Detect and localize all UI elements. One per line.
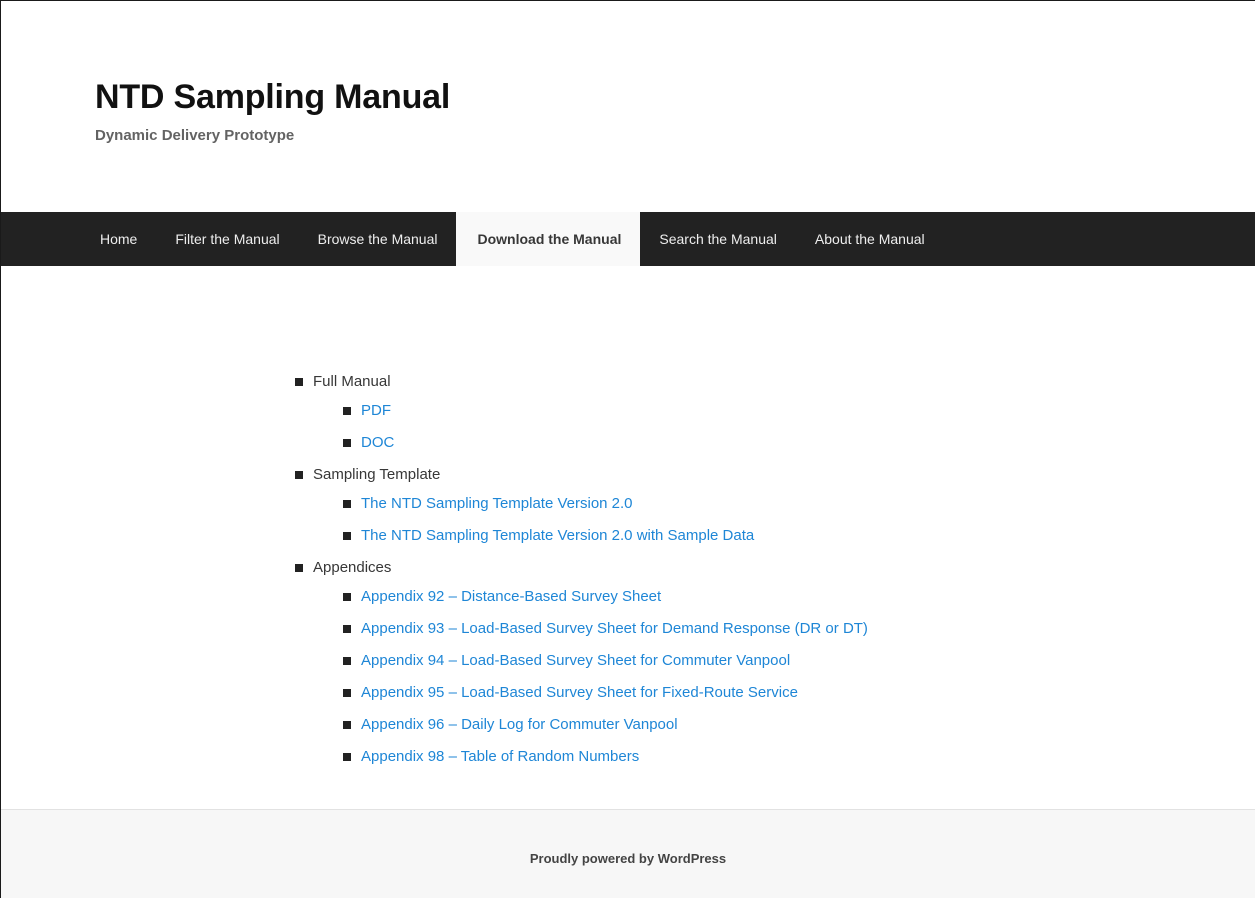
main-content: Full Manual PDF DOC Sampling Template Th… [1,266,1255,809]
list-item: Appendix 95 – Load-Based Survey Sheet fo… [343,683,868,703]
main-navigation: Home Filter the Manual Browse the Manual… [1,212,1255,266]
site-title[interactable]: NTD Sampling Manual [95,77,450,117]
section-appendices: Appendices Appendix 92 – Distance-Based … [295,558,868,767]
nav-item-home[interactable]: Home [81,212,156,266]
appendices-links: Appendix 92 – Distance-Based Survey Shee… [295,587,868,767]
section-label: Sampling Template [313,466,441,483]
square-bullet-icon [295,564,303,572]
list-item: Appendix 96 – Daily Log for Commuter Van… [343,715,868,735]
site-description: Dynamic Delivery Prototype [95,127,295,144]
appendix-96-link[interactable]: Appendix 96 – Daily Log for Commuter Van… [361,715,678,735]
appendix-93-link[interactable]: Appendix 93 – Load-Based Survey Sheet fo… [361,619,868,639]
square-bullet-icon [343,593,351,601]
square-bullet-icon [343,721,351,729]
section-full-manual: Full Manual PDF DOC [295,372,868,453]
nav-item-about-the-manual[interactable]: About the Manual [796,212,944,266]
list-item: The NTD Sampling Template Version 2.0 wi… [343,526,868,546]
nav-item-search-the-manual[interactable]: Search the Manual [640,212,796,266]
square-bullet-icon [343,407,351,415]
pdf-download-link[interactable]: PDF [361,401,391,421]
footer-credit-link[interactable]: Proudly powered by WordPress [1,851,1255,866]
template-v2-sample-data-link[interactable]: The NTD Sampling Template Version 2.0 wi… [361,526,754,546]
square-bullet-icon [343,532,351,540]
square-bullet-icon [343,657,351,665]
nav-item-filter-the-manual[interactable]: Filter the Manual [156,212,298,266]
list-item: Appendix 93 – Load-Based Survey Sheet fo… [343,619,868,639]
square-bullet-icon [343,625,351,633]
appendix-98-link[interactable]: Appendix 98 – Table of Random Numbers [361,747,639,767]
square-bullet-icon [343,753,351,761]
page: NTD Sampling Manual Dynamic Delivery Pro… [0,0,1255,898]
section-label: Full Manual [313,373,391,390]
square-bullet-icon [343,500,351,508]
sampling-template-links: The NTD Sampling Template Version 2.0 Th… [295,494,868,546]
square-bullet-icon [343,439,351,447]
site-footer: Proudly powered by WordPress [1,809,1255,898]
list-item: PDF [343,401,868,421]
doc-download-link[interactable]: DOC [361,433,394,453]
section-label: Appendices [313,559,392,576]
nav-item-browse-the-manual[interactable]: Browse the Manual [299,212,457,266]
list-item: Appendix 94 – Load-Based Survey Sheet fo… [343,651,868,671]
section-sampling-template: Sampling Template The NTD Sampling Templ… [295,465,868,546]
nav-item-download-the-manual[interactable]: Download the Manual [456,212,641,266]
list-item: Appendix 92 – Distance-Based Survey Shee… [343,587,868,607]
template-v2-link[interactable]: The NTD Sampling Template Version 2.0 [361,494,633,514]
square-bullet-icon [295,471,303,479]
appendix-92-link[interactable]: Appendix 92 – Distance-Based Survey Shee… [361,587,661,607]
site-header: NTD Sampling Manual Dynamic Delivery Pro… [1,1,1255,213]
full-manual-links: PDF DOC [295,401,868,453]
square-bullet-icon [343,689,351,697]
square-bullet-icon [295,378,303,386]
list-item: DOC [343,433,868,453]
list-item: Appendix 98 – Table of Random Numbers [343,747,868,767]
appendix-94-link[interactable]: Appendix 94 – Load-Based Survey Sheet fo… [361,651,790,671]
list-item: The NTD Sampling Template Version 2.0 [343,494,868,514]
appendix-95-link[interactable]: Appendix 95 – Load-Based Survey Sheet fo… [361,683,798,703]
download-list: Full Manual PDF DOC Sampling Template Th… [295,372,868,779]
nav-menu: Home Filter the Manual Browse the Manual… [81,212,944,266]
